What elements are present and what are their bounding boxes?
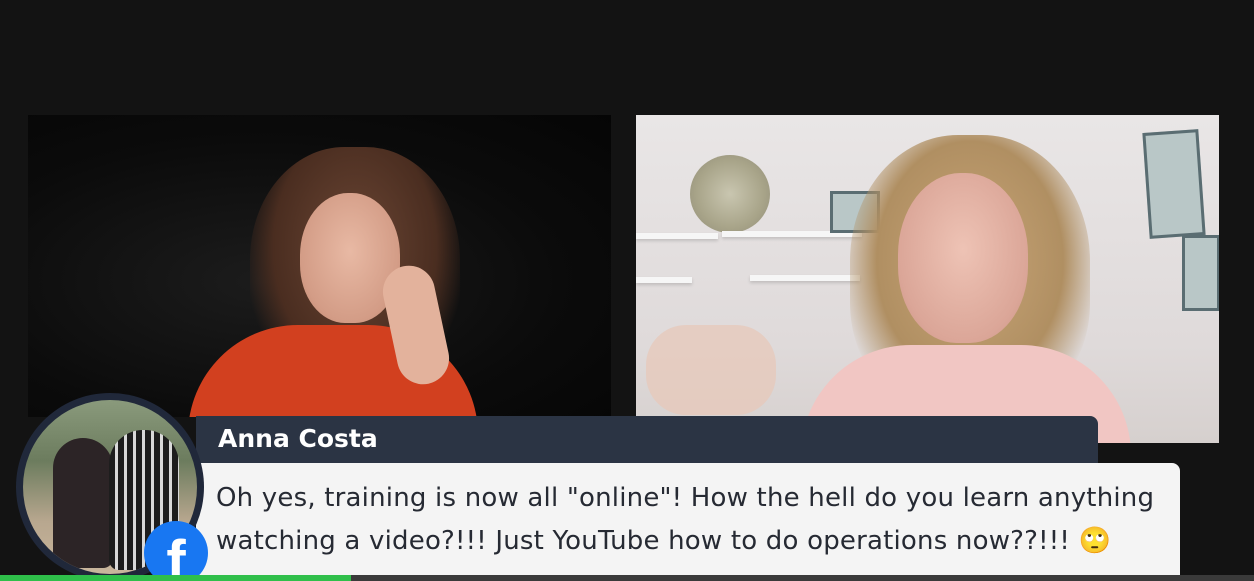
comment-message-text: Oh yes, training is now all "online"! Ho… (216, 483, 1155, 556)
video-stage: Anna Costa Oh yes, training is now all "… (0, 0, 1254, 581)
comment-author-name: Anna Costa (218, 424, 378, 453)
playback-progress-fill (0, 575, 352, 581)
participant-right-hand (646, 325, 776, 415)
avatar-figure (53, 438, 113, 568)
facebook-glyph: f (166, 529, 186, 581)
playback-progress-bar[interactable] (0, 575, 1254, 581)
wall-shelf (636, 233, 718, 239)
wall-shelf (636, 277, 692, 283)
wall-mandala-decor (690, 155, 770, 233)
participant-right-face (898, 173, 1028, 343)
facebook-icon: f (144, 521, 208, 581)
comment-message-box: Oh yes, training is now all "online"! Ho… (196, 463, 1180, 581)
wall-shelf (750, 275, 860, 281)
wall-picture-frame (1142, 129, 1206, 239)
wall-picture-frame (1182, 235, 1219, 311)
participant-video-right (636, 115, 1219, 443)
participant-video-left (28, 115, 611, 417)
